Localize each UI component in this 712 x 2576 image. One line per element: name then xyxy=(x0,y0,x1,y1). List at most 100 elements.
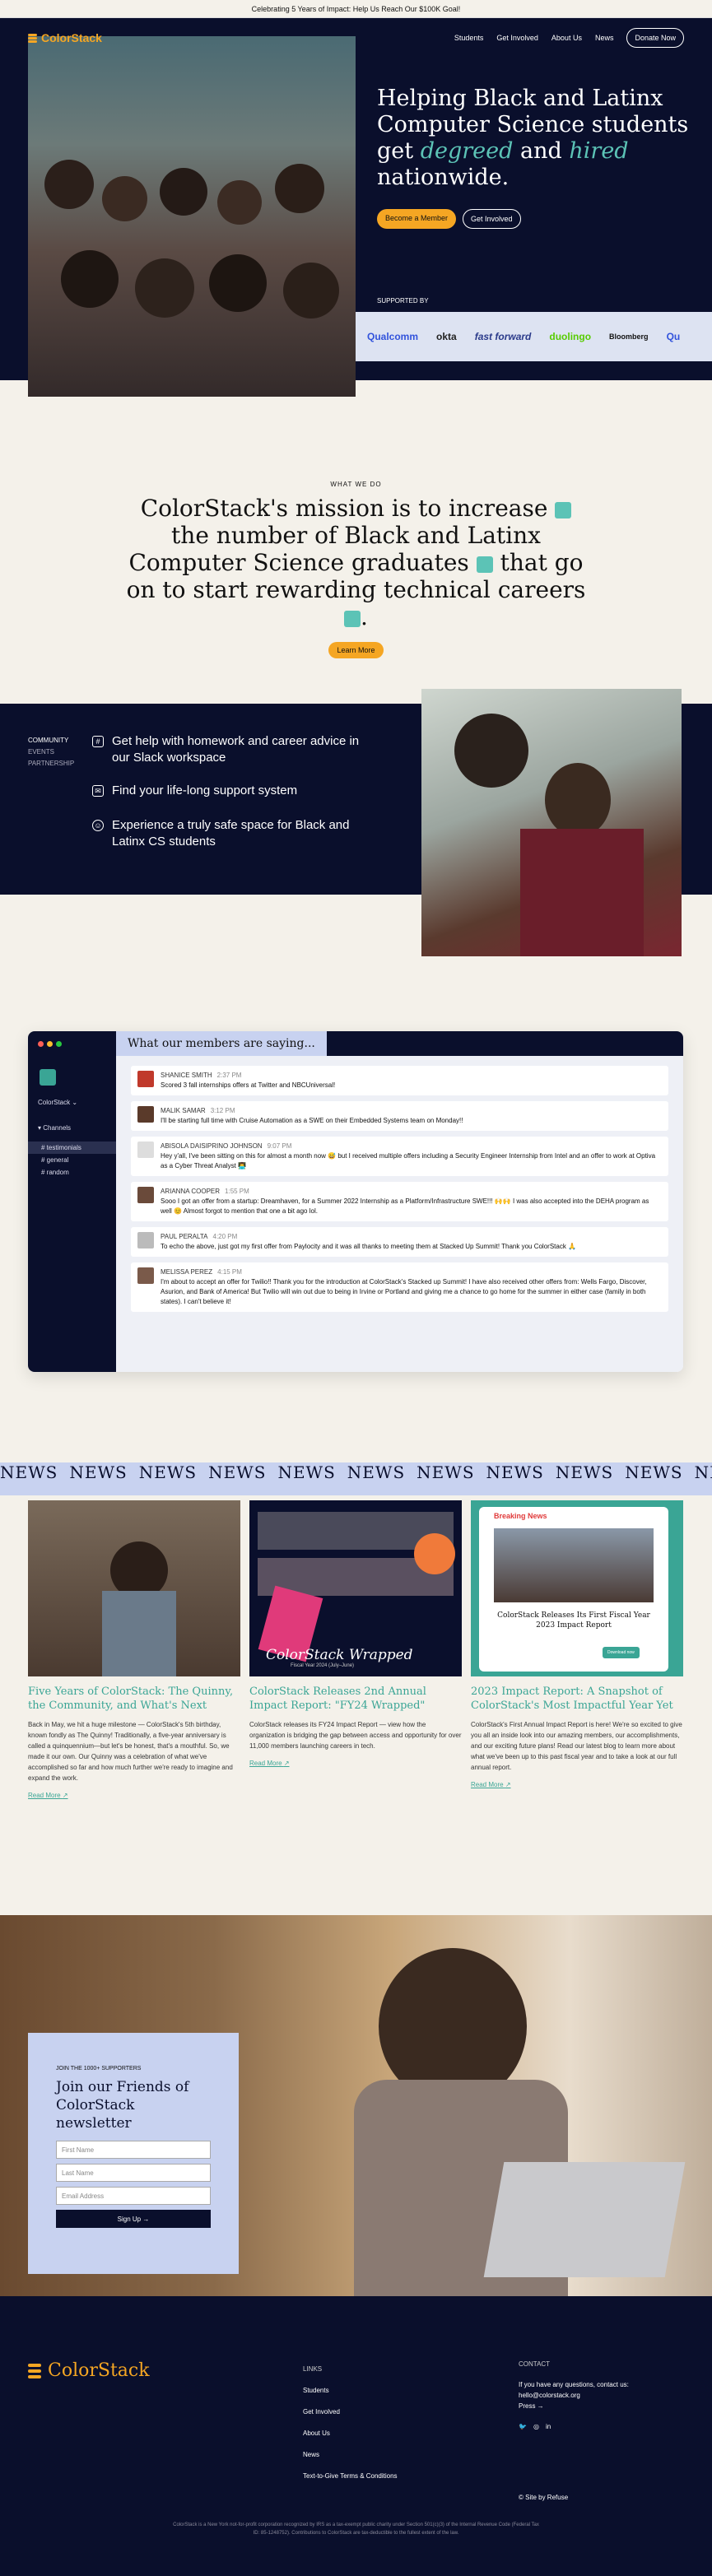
sponsor-okta: okta xyxy=(436,331,457,342)
footer-links: LINKS Students Get Involved About Us New… xyxy=(303,2359,398,2487)
footer-logo[interactable]: ColorStack xyxy=(28,2360,150,2381)
tab-community[interactable]: COMMUNITY xyxy=(28,735,74,746)
nav-link-about[interactable]: About Us xyxy=(551,34,582,42)
news-marquee-word: NEWS xyxy=(138,1462,198,1482)
nav-links: Students Get Involved About Us News Dona… xyxy=(454,28,684,48)
workspace-name[interactable]: ColorStack ⌄ xyxy=(38,1099,116,1106)
learn-more-button[interactable]: Learn More xyxy=(328,642,384,658)
footer-brand-name: ColorStack xyxy=(48,2360,150,2381)
slack-message: MALIK SAMAR 3:12 PM I'll be starting full … xyxy=(131,1101,668,1131)
footer-link-text-to-give[interactable]: Text-to-Give Terms & Conditions xyxy=(303,2466,398,2487)
read-more-link[interactable]: Read More ↗ xyxy=(28,1792,240,1799)
mission-section: WHAT WE DO ColorStack's mission is to in… xyxy=(0,481,712,658)
footer-link-news[interactable]: News xyxy=(303,2444,398,2466)
message-time: 1:55 PM xyxy=(225,1188,249,1195)
tab-events[interactable]: EVENTS xyxy=(28,746,74,758)
announcement-banner[interactable]: Celebrating 5 Years of Impact: Help Us R… xyxy=(0,0,712,18)
message-author: SHANICE SMITH xyxy=(161,1072,212,1079)
news-marquee: NEWS NEWS NEWS NEWS NEWS NEWS NEWS NEWS NEWS NEWS… xyxy=(0,1462,712,1495)
slack-message: SHANICE SMITH 2:37 PM Scored 3 fall intern… xyxy=(131,1066,668,1095)
get-involved-button[interactable]: Get Involved xyxy=(463,209,521,229)
news-marquee-word: NEWS xyxy=(69,1462,128,1482)
channel-random[interactable]: # random xyxy=(28,1166,116,1179)
hero-word-get: get xyxy=(377,138,414,164)
footer-contact-email[interactable]: hello@colorstack.org xyxy=(519,2390,683,2401)
community-item-text: Get help with homework and career advice… xyxy=(112,734,360,765)
sign-up-button[interactable]: Sign Up → xyxy=(56,2210,211,2228)
newsletter-form: JOIN THE 1000+ SUPPORTERS Join our Frien… xyxy=(28,2033,239,2274)
instagram-icon[interactable]: ◎ xyxy=(533,2421,539,2432)
colorstack-logo-icon xyxy=(28,2363,41,2378)
news-card[interactable]: ColorStack Wrapped Fiscal Year 2024 (Jul… xyxy=(249,1500,462,1767)
news-card-title[interactable]: ColorStack Releases 2nd Annual Impact Re… xyxy=(249,1685,462,1713)
site-credit[interactable]: © Site by Refuse xyxy=(519,2494,568,2501)
code-emoji-icon xyxy=(344,610,361,627)
window-controls xyxy=(28,1040,116,1047)
newsletter-eyebrow: JOIN THE 1000+ SUPPORTERS xyxy=(56,2066,142,2071)
become-member-button[interactable]: Become a Member xyxy=(377,209,457,229)
news-card-image: Breaking News ColorStack Releases Its Fi… xyxy=(471,1500,683,1676)
message-time: 4:20 PM xyxy=(212,1233,238,1240)
read-more-link[interactable]: Read More ↗ xyxy=(471,1781,683,1788)
hero-heading-line-4: nationwide. xyxy=(377,165,510,190)
message-author: MELISSA PEREZ xyxy=(161,1268,213,1276)
footer-link-get-involved[interactable]: Get Involved xyxy=(303,2402,398,2423)
slack-message: PAUL PERALTA 4:20 PM To echo the above, ju… xyxy=(131,1227,668,1257)
news-marquee-word: NEWS xyxy=(0,1462,58,1482)
footer-link-students[interactable]: Students xyxy=(303,2380,398,2402)
external-link-icon: ↗ xyxy=(283,1760,290,1767)
twitter-icon[interactable]: 🐦 xyxy=(519,2421,527,2432)
donate-button[interactable]: Donate Now xyxy=(626,28,684,48)
channels-label: Channels xyxy=(43,1124,72,1132)
linkedin-icon[interactable]: in xyxy=(546,2421,551,2432)
news-card-image: ColorStack Wrapped Fiscal Year 2024 (Jul… xyxy=(249,1500,462,1676)
channel-testimonials[interactable]: # testimonials xyxy=(28,1142,116,1154)
news-card-title[interactable]: 2023 Impact Report: A Snapshot of ColorS… xyxy=(471,1685,683,1713)
news-marquee-word: NEWS xyxy=(625,1462,683,1482)
news-card[interactable]: Five Years of ColorStack: The Quinny, th… xyxy=(28,1500,240,1799)
news-card-body: Back in May, we hit a huge milestone — C… xyxy=(28,1721,233,1782)
external-link-icon: ↗ xyxy=(505,1781,511,1788)
channels-header[interactable]: ▾ Channels xyxy=(38,1124,116,1132)
sponsor-qualcomm-repeat: Qu xyxy=(666,331,681,342)
news-card-body: ColorStack releases its FY24 Impact Repo… xyxy=(249,1721,462,1750)
avatar xyxy=(137,1232,154,1248)
first-name-field[interactable]: First Name xyxy=(56,2141,211,2159)
footer-press-link[interactable]: Press → xyxy=(519,2401,683,2411)
read-more-link[interactable]: Read More ↗ xyxy=(249,1760,462,1767)
footer-link-about[interactable]: About Us xyxy=(303,2423,398,2444)
banner-text: Celebrating 5 Years of Impact: Help Us R… xyxy=(251,4,461,13)
hero-word-degreed: degreed xyxy=(420,138,514,164)
slack-icon: # xyxy=(92,736,104,747)
news-card[interactable]: Breaking News ColorStack Releases Its Fi… xyxy=(471,1500,683,1788)
smile-icon: ☺ xyxy=(92,820,104,831)
social-links: 🐦 ◎ in xyxy=(519,2421,683,2432)
news-card-title[interactable]: Five Years of ColorStack: The Quinny, th… xyxy=(28,1685,240,1713)
last-name-field[interactable]: Last Name xyxy=(56,2164,211,2182)
nav-link-get-involved[interactable]: Get Involved xyxy=(496,34,538,42)
channel-general[interactable]: # general xyxy=(28,1154,116,1166)
tab-partnership[interactable]: PARTNERSHIP xyxy=(28,758,74,770)
legal-line-1: ColorStack is a New York not-for-profit … xyxy=(173,2523,539,2527)
message-author: ABISOLA DAISIPRINO JOHNSON xyxy=(161,1142,263,1150)
brand-logo[interactable]: ColorStack xyxy=(28,31,102,44)
sponsor-strip: Qualcomm okta fast forward duolingo Bloo… xyxy=(356,312,712,361)
email-field[interactable]: Email Address xyxy=(56,2187,211,2205)
supported-by-label: SUPPORTED BY xyxy=(377,297,429,305)
news-card-image xyxy=(28,1500,240,1676)
nav-link-students[interactable]: Students xyxy=(454,34,484,42)
hero-word-hired: hired xyxy=(569,138,629,164)
nav-link-news[interactable]: News xyxy=(595,34,614,42)
slack-message: ABISOLA DAISIPRINO JOHNSON 9:07 PM Hey y'a… xyxy=(131,1137,668,1176)
slack-messages: SHANICE SMITH 2:37 PM Scored 3 fall intern… xyxy=(116,1056,683,1372)
message-time: 4:15 PM xyxy=(217,1268,242,1276)
footer-contact-line: If you have any questions, contact us: xyxy=(519,2381,629,2388)
hero-group-photo xyxy=(28,36,356,397)
news-marquee-word: NEWS xyxy=(416,1462,475,1482)
hero-heading-line-2: Computer Science students xyxy=(377,112,689,137)
message-text: To echo the above, just got my first off… xyxy=(161,1243,577,1250)
read-more-label: Read More xyxy=(249,1760,282,1767)
hero-heading: Helping Black and Latinx Computer Scienc… xyxy=(377,86,690,191)
hero-heading-line-3: get degreed and hired xyxy=(377,138,690,165)
graduation-cap-emoji-icon xyxy=(476,556,493,573)
